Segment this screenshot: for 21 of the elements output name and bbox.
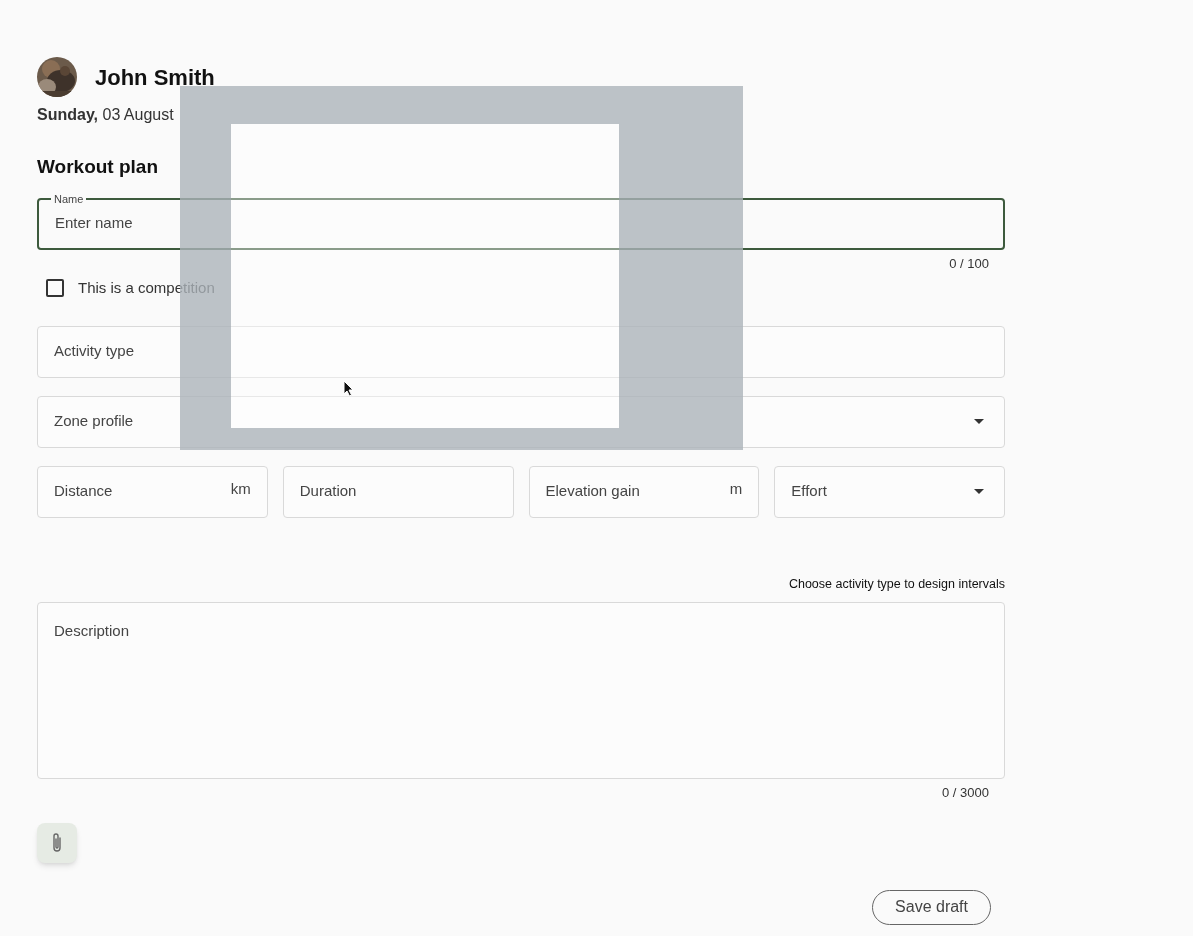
character-counter: 0 / 100 xyxy=(949,254,989,273)
input-field[interactable]: Duration xyxy=(282,465,514,518)
paperclip-icon xyxy=(51,831,63,854)
character-counter: 0 / 3000 xyxy=(942,784,989,803)
select-field[interactable]: Effort xyxy=(774,465,1005,518)
input-field[interactable]: Distance km xyxy=(37,465,268,518)
intervals-hint: Choose activity type to design intervals xyxy=(788,575,1005,593)
competition-checkbox[interactable] xyxy=(46,279,64,298)
mouse-cursor-icon xyxy=(343,380,354,397)
input-field[interactable]: Elevation gain m xyxy=(528,465,760,518)
unit-label: m xyxy=(729,479,743,500)
section-title: Workout plan xyxy=(37,155,160,179)
input-field[interactable]: Activity type xyxy=(37,325,1005,378)
dropdown-caret-icon xyxy=(974,419,984,424)
description-field[interactable]: Description xyxy=(37,602,1005,780)
user-name: John Smith xyxy=(95,63,215,92)
unit-label: km xyxy=(230,479,251,500)
attach-button[interactable] xyxy=(37,822,77,863)
workout-date: Sunday, 03 August xyxy=(37,105,175,125)
dropdown-caret-icon xyxy=(974,489,984,494)
select-field[interactable]: Zone profile xyxy=(37,395,1005,448)
